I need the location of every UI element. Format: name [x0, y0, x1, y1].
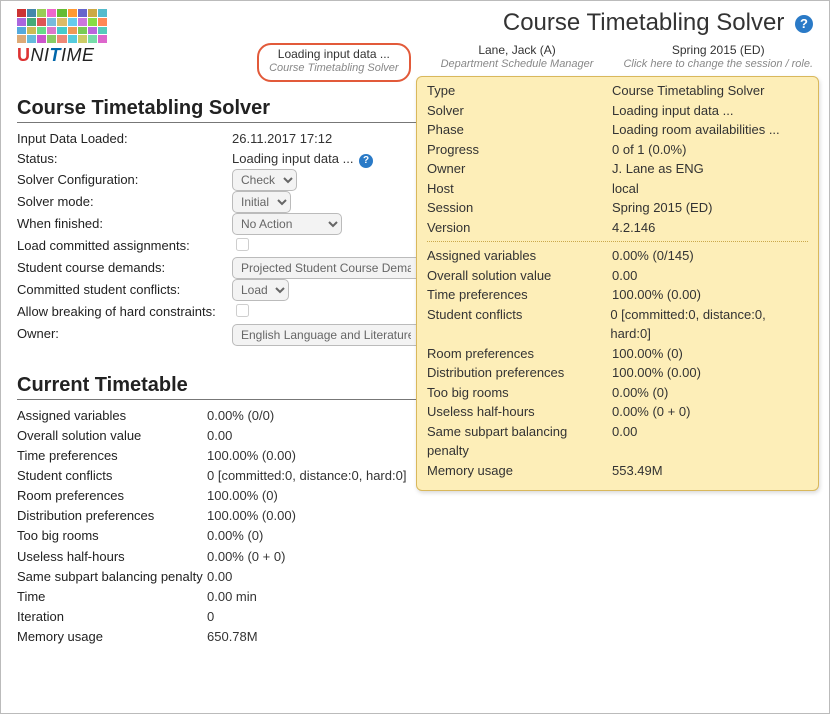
tt-sconf-k: Student conflicts — [427, 305, 610, 344]
tt-version-k: Version — [427, 218, 612, 238]
tt-progress-v: 0 of 1 (0.0%) — [612, 140, 686, 160]
tt-dpref-k: Distribution preferences — [427, 363, 612, 383]
logo: UNITIME — [17, 9, 117, 66]
demands-label: Student course demands: — [17, 258, 232, 278]
ct-roompref-v: 100.00% (0) — [207, 486, 278, 506]
ct-time-k: Time — [17, 587, 207, 607]
tt-toobig-k: Too big rooms — [427, 383, 612, 403]
input-loaded-label: Input Data Loaded: — [17, 129, 232, 149]
tt-rpref-k: Room preferences — [427, 344, 612, 364]
ct-assigned-k: Assigned variables — [17, 406, 207, 426]
header-status: Loading input data ... Course Timetablin… — [257, 43, 411, 82]
when-finished-select[interactable]: No Action — [232, 213, 342, 235]
tt-useless-v: 0.00% (0 + 0) — [612, 402, 690, 422]
ct-iter-k: Iteration — [17, 607, 207, 627]
tt-owner-v: J. Lane as ENG — [612, 159, 704, 179]
ct-useless-v: 0.00% (0 + 0) — [207, 547, 285, 567]
tt-type-k: Type — [427, 81, 612, 101]
when-finished-label: When finished: — [17, 214, 232, 234]
ct-studconf-v: 0 [committed:0, distance:0, hard:0] — [207, 466, 406, 486]
tt-balance-v: 0.00 — [612, 422, 637, 461]
tt-version-v: 4.2.146 — [612, 218, 655, 238]
tt-mem-k: Memory usage — [427, 461, 612, 481]
load-committed-label: Load committed assignments: — [17, 236, 232, 256]
tt-useless-k: Useless half-hours — [427, 402, 612, 422]
load-committed-checkbox[interactable] — [236, 238, 249, 251]
tt-phase-k: Phase — [427, 120, 612, 140]
allow-break-checkbox[interactable] — [236, 304, 249, 317]
tt-progress-k: Progress — [427, 140, 612, 160]
tt-balance-k: Same subpart balancing penalty — [427, 422, 612, 461]
tt-session-k: Session — [427, 198, 612, 218]
ct-distpref-k: Distribution preferences — [17, 506, 207, 526]
ct-mem-k: Memory usage — [17, 627, 207, 647]
allow-break-label: Allow breaking of hard constraints: — [17, 302, 232, 322]
solver-config-select[interactable]: Check — [232, 169, 297, 191]
ct-distpref-v: 100.00% (0.00) — [207, 506, 296, 526]
tt-tpref-v: 100.00% (0.00) — [612, 285, 701, 305]
solver-config-label: Solver Configuration: — [17, 170, 232, 190]
status-value: Loading input data ... — [232, 151, 353, 166]
ct-overall-v: 0.00 — [207, 426, 232, 446]
tt-toobig-v: 0.00% (0) — [612, 383, 668, 403]
tt-type-v: Course Timetabling Solver — [612, 81, 764, 101]
tt-solver-k: Solver — [427, 101, 612, 121]
help-icon[interactable]: ? — [795, 15, 813, 33]
tt-owner-k: Owner — [427, 159, 612, 179]
tt-host-v: local — [612, 179, 639, 199]
logo-icon — [17, 9, 107, 43]
ct-mem-v: 650.78M — [207, 627, 258, 647]
input-loaded-value: 26.11.2017 17:12 — [232, 129, 332, 149]
owner-label: Owner: — [17, 324, 232, 344]
solver-mode-select[interactable]: Initial — [232, 191, 291, 213]
logo-text: UNITIME — [17, 45, 95, 66]
header-user[interactable]: Lane, Jack (A) Department Schedule Manag… — [441, 43, 594, 72]
tt-overall-v: 0.00 — [612, 266, 637, 286]
ct-overall-k: Overall solution value — [17, 426, 207, 446]
ct-toobig-v: 0.00% (0) — [207, 526, 263, 546]
ct-studconf-k: Student conflicts — [17, 466, 207, 486]
tt-rpref-v: 100.00% (0) — [612, 344, 683, 364]
ct-balance-v: 0.00 — [207, 567, 232, 587]
ct-balance-k: Same subpart balancing penalty — [17, 567, 207, 587]
ct-iter-v: 0 — [207, 607, 214, 627]
tt-tpref-k: Time preferences — [427, 285, 612, 305]
demands-select[interactable]: Projected Student Course Demands — [232, 257, 432, 279]
ct-roompref-k: Room preferences — [17, 486, 207, 506]
status-help-icon[interactable]: ? — [359, 154, 373, 168]
tt-overall-k: Overall solution value — [427, 266, 612, 286]
ct-time-v: 0.00 min — [207, 587, 257, 607]
status-label: Status: — [17, 149, 232, 169]
ct-toobig-k: Too big rooms — [17, 526, 207, 546]
owner-select[interactable]: English Language and Literature — [232, 324, 432, 346]
status-tooltip: TypeCourse Timetabling Solver SolverLoad… — [416, 76, 819, 491]
tt-host-k: Host — [427, 179, 612, 199]
committed-conflicts-label: Committed student conflicts: — [17, 280, 232, 300]
tt-mem-v: 553.49M — [612, 461, 663, 481]
solver-mode-label: Solver mode: — [17, 192, 232, 212]
ct-timepref-v: 100.00% (0.00) — [207, 446, 296, 466]
committed-conflicts-select[interactable]: Load — [232, 279, 289, 301]
page-title: Course Timetabling Solver ? — [503, 9, 813, 37]
tt-session-v: Spring 2015 (ED) — [612, 198, 712, 218]
tt-avars-k: Assigned variables — [427, 246, 612, 266]
tt-solver-v: Loading input data ... — [612, 101, 733, 121]
tt-avars-v: 0.00% (0/145) — [612, 246, 694, 266]
ct-assigned-v: 0.00% (0/0) — [207, 406, 274, 426]
header-session[interactable]: Spring 2015 (ED) Click here to change th… — [623, 43, 813, 72]
ct-useless-k: Useless half-hours — [17, 547, 207, 567]
tt-phase-v: Loading room availabilities ... — [612, 120, 780, 140]
ct-timepref-k: Time preferences — [17, 446, 207, 466]
tt-dpref-v: 100.00% (0.00) — [612, 363, 701, 383]
tt-sconf-v: 0 [committed:0, distance:0, hard:0] — [610, 305, 808, 344]
